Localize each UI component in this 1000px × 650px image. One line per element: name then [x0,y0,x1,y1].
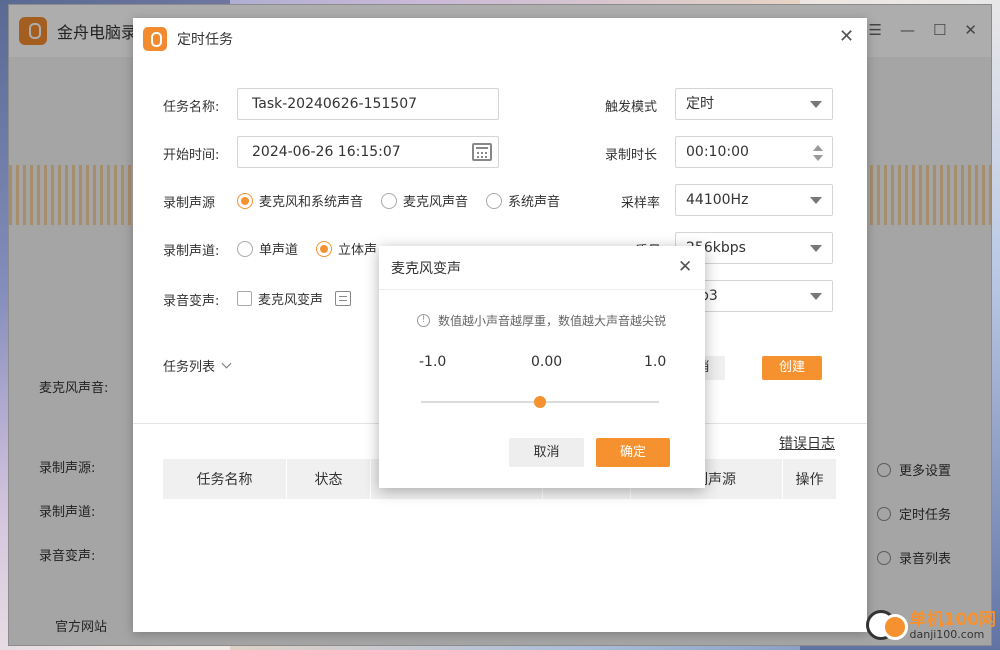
adjust-settings-icon[interactable] [335,291,352,306]
source-radio-group: 麦克风和系统声音 麦克风声音 系统声音 [237,191,578,210]
pitch-slider[interactable] [421,396,659,408]
watermark: 单机100网 danji100.com [865,606,997,646]
stepper-up-icon[interactable] [813,145,823,151]
task-list-label: 任务列表 [163,360,216,375]
watermark-site: 单机100网 [909,609,997,630]
dialog-title: 定时任务 [177,32,233,48]
dialog-titlebar: 定时任务 [133,18,867,60]
start-time-value: 2024-06-26 16:15:07 [252,144,401,160]
radio-selected-icon [237,192,253,209]
task-list-toggle[interactable]: 任务列表 [163,356,232,375]
sample-rate-select[interactable]: 44100Hz [675,184,833,216]
watermark-logo-icon [865,606,908,646]
radio-mic[interactable]: 麦克风声音 [381,191,468,210]
voice-dialog-close-icon[interactable]: ✕ [678,259,692,276]
radio-label: 立体声 [338,243,378,258]
radio-label: 麦克风声音 [403,195,469,210]
radio-mic-and-system[interactable]: 麦克风和系统声音 [237,191,363,210]
slider-value-label: 0.00 [531,354,563,370]
dialog-logo-icon [143,27,167,51]
voice-change-dialog: 麦克风变声 ✕ ! 数值越小声音越厚重，数值越大声音越尖锐 -1.0 0.00 … [379,246,705,488]
dropdown-arrow-icon [810,245,822,252]
slider-min-label: -1.0 [419,354,447,370]
trigger-select[interactable]: 定时 [675,88,833,120]
radio-icon [486,192,503,209]
slider-thumb[interactable] [534,396,546,408]
dropdown-arrow-icon [810,293,822,300]
col-task-name[interactable]: 任务名称 [163,459,287,499]
duration-value: 00:10:00 [686,144,749,160]
radio-label: 单声道 [259,243,299,258]
radio-label: 麦克风和系统声音 [259,195,364,210]
radio-selected-icon [316,240,333,257]
channel-radio-group: 单声道 立体声 [237,239,395,258]
col-action[interactable]: 操作 [783,459,836,499]
dialog-close-icon[interactable]: ✕ [839,28,854,46]
sample-rate-label: 采样率 [621,196,661,211]
voice-change-label: 录音变声: [163,294,220,309]
start-time-input[interactable]: 2024-06-26 16:15:07 [237,136,499,168]
voice-ok-button[interactable]: 确定 [596,438,670,467]
radio-system[interactable]: 系统声音 [486,191,560,210]
chevron-down-icon [221,358,232,369]
watermark-url: danji100.com [909,628,985,642]
channel-label: 录制声道: [163,244,220,259]
voice-hint: ! 数值越小声音越厚重，数值越大声音越尖锐 [417,312,666,329]
task-name-input[interactable]: Task-20240626-151507 [237,88,499,120]
duration-stepper[interactable]: 00:10:00 [675,136,833,168]
voice-cancel-button[interactable]: 取消 [509,438,584,467]
voice-dialog-header: 麦克风变声 [379,246,705,290]
radio-stereo[interactable]: 立体声 [316,239,377,258]
checkbox-icon [237,291,252,306]
start-time-label: 开始时间: [163,148,220,163]
slider-max-label: 1.0 [644,354,667,370]
dropdown-arrow-icon [810,101,822,108]
voice-hint-text: 数值越小声音越厚重，数值越大声音越尖锐 [438,314,667,328]
col-status[interactable]: 状态 [287,459,371,499]
radio-icon [381,192,398,209]
duration-label: 录制时长 [605,148,658,163]
task-name-label: 任务名称: [163,100,220,115]
trigger-label: 触发模式 [605,100,658,115]
radio-mono[interactable]: 单声道 [237,239,298,258]
dropdown-arrow-icon [810,197,822,204]
stepper-down-icon[interactable] [813,155,823,161]
checkbox-label: 麦克风变声 [258,293,324,308]
calendar-icon[interactable] [472,143,492,161]
create-button[interactable]: 创建 [762,356,822,380]
radio-label: 系统声音 [508,195,561,210]
voice-change-checkbox[interactable]: 麦克风变声 [237,289,352,308]
voice-dialog-title: 麦克风变声 [391,260,461,277]
sample-rate-value: 44100Hz [686,192,749,208]
trigger-value: 定时 [686,96,714,112]
info-icon: ! [417,314,430,327]
source-label: 录制声源 [163,196,216,211]
error-log-link[interactable]: 错误日志 [779,433,835,453]
radio-icon [237,240,253,257]
